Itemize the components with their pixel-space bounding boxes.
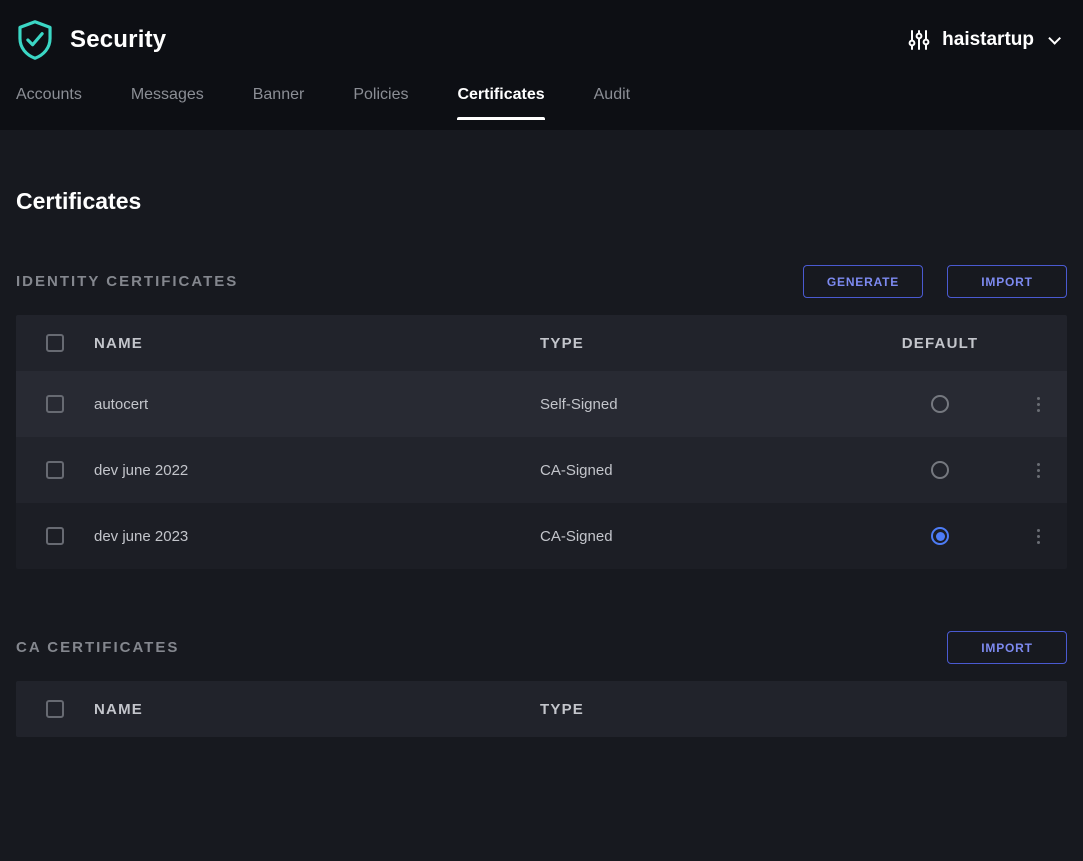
identity-section-header: IDENTITY CERTIFICATES GENERATE IMPORT [16, 265, 1067, 298]
security-app: Security haistartup Accounts [0, 0, 1083, 737]
row-checkbox[interactable] [46, 527, 64, 545]
column-header-type: TYPE [540, 335, 870, 352]
default-radio[interactable] [931, 395, 949, 413]
ca-section-actions: IMPORT [947, 631, 1067, 664]
cert-type: CA-Signed [540, 462, 870, 479]
shield-check-icon [16, 19, 54, 61]
header: Security haistartup Accounts [0, 0, 1083, 130]
account-menu[interactable]: haistartup [908, 29, 1057, 51]
generate-button[interactable]: GENERATE [803, 265, 923, 298]
app-title: Security [70, 26, 166, 54]
cert-name: dev june 2022 [94, 462, 540, 479]
ca-table-header: NAME TYPE [16, 681, 1067, 737]
ca-certificates-table: NAME TYPE [16, 681, 1067, 737]
account-name: haistartup [942, 29, 1034, 51]
column-header-default: DEFAULT [870, 335, 1010, 352]
brand: Security [16, 19, 166, 61]
row-checkbox[interactable] [46, 395, 64, 413]
cert-name: autocert [94, 396, 540, 413]
row-menu-kebab-icon[interactable] [1033, 459, 1044, 482]
row-menu-kebab-icon[interactable] [1033, 393, 1044, 416]
table-row: dev june 2023 CA-Signed [16, 503, 1067, 569]
tab-accounts[interactable]: Accounts [16, 80, 82, 120]
identity-table-header: NAME TYPE DEFAULT [16, 315, 1067, 371]
tab-audit[interactable]: Audit [594, 80, 630, 120]
cert-type: Self-Signed [540, 396, 870, 413]
table-row: dev june 2022 CA-Signed [16, 437, 1067, 503]
column-header-name: NAME [94, 335, 540, 352]
main-content: Certificates IDENTITY CERTIFICATES GENER… [0, 188, 1083, 737]
cert-type: CA-Signed [540, 528, 870, 545]
ca-section-title: CA CERTIFICATES [16, 639, 179, 656]
default-radio[interactable] [931, 527, 949, 545]
sliders-icon [908, 29, 930, 51]
tab-certificates[interactable]: Certificates [457, 80, 544, 120]
select-all-checkbox[interactable] [46, 334, 64, 352]
row-checkbox[interactable] [46, 461, 64, 479]
identity-section-title: IDENTITY CERTIFICATES [16, 273, 238, 290]
tab-bar: Accounts Messages Banner Policies Certif… [0, 80, 1083, 130]
column-header-type: TYPE [540, 701, 870, 718]
topbar: Security haistartup [0, 0, 1083, 80]
tab-policies[interactable]: Policies [353, 80, 408, 120]
page-title: Certificates [16, 188, 1067, 215]
import-ca-button[interactable]: IMPORT [947, 631, 1067, 664]
identity-certificates-table: NAME TYPE DEFAULT autocert Self-Signed d… [16, 315, 1067, 569]
select-all-checkbox[interactable] [46, 700, 64, 718]
table-row: autocert Self-Signed [16, 371, 1067, 437]
column-header-name: NAME [94, 701, 540, 718]
cert-name: dev june 2023 [94, 528, 540, 545]
default-radio[interactable] [931, 461, 949, 479]
tab-messages[interactable]: Messages [131, 80, 204, 120]
ca-section-header: CA CERTIFICATES IMPORT [16, 631, 1067, 664]
tab-banner[interactable]: Banner [253, 80, 305, 120]
chevron-down-icon [1048, 32, 1061, 45]
identity-section-actions: GENERATE IMPORT [803, 265, 1067, 298]
import-identity-button[interactable]: IMPORT [947, 265, 1067, 298]
row-menu-kebab-icon[interactable] [1033, 525, 1044, 548]
